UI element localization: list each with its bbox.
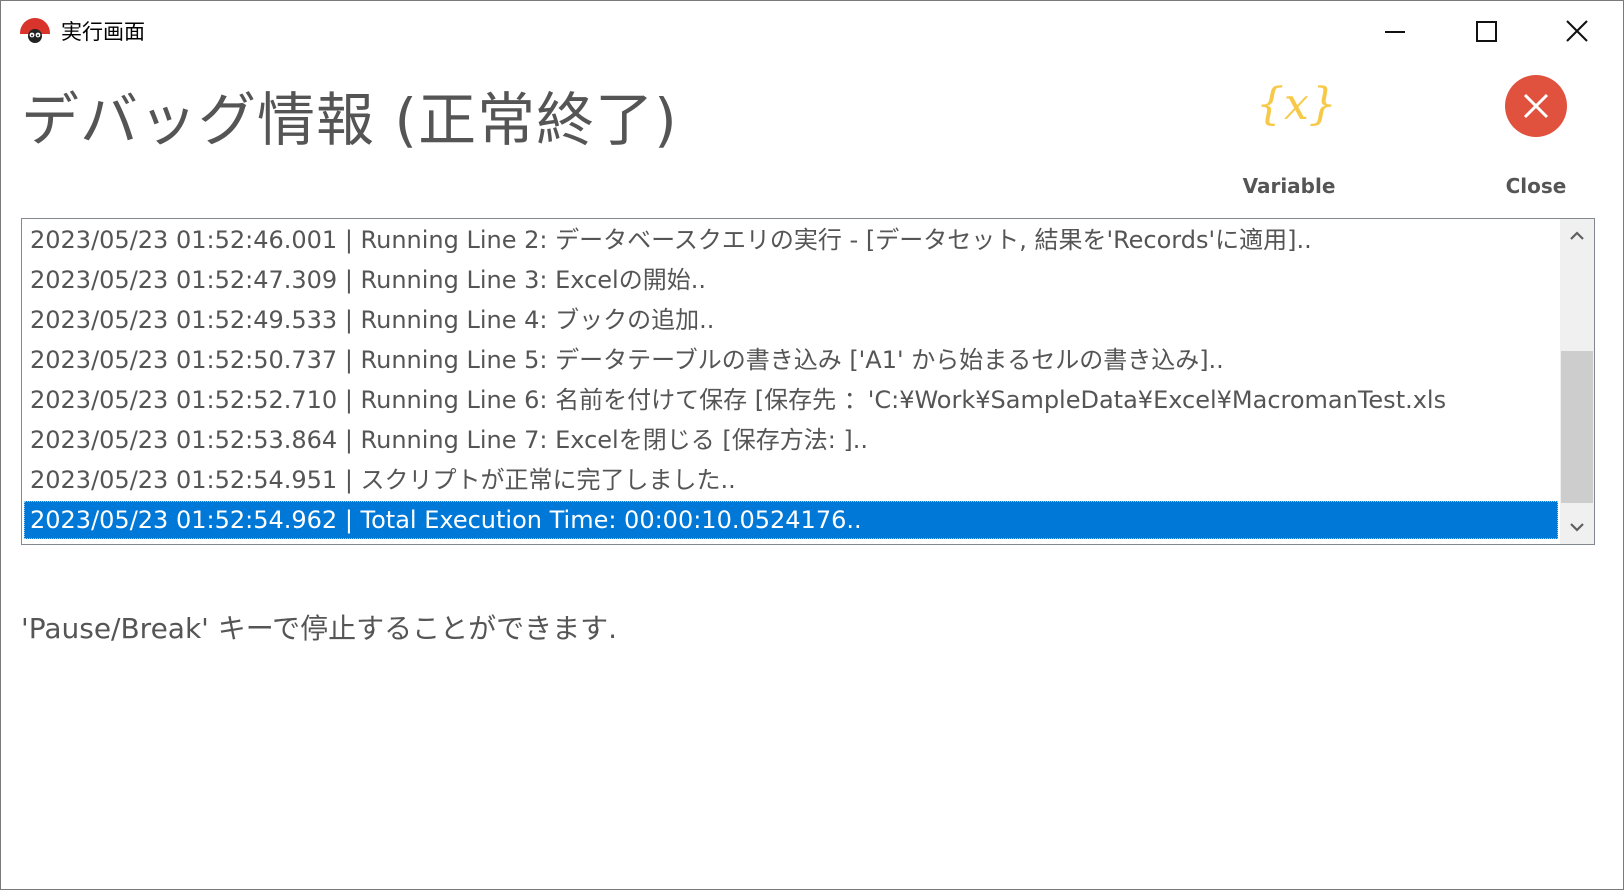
variable-label: Variable (1242, 174, 1336, 198)
log-row[interactable]: 2023/05/23 01:52:49.533 | Running Line 4… (24, 301, 1558, 339)
window-close-button[interactable] (1531, 1, 1623, 63)
close-label: Close (1505, 174, 1567, 198)
close-circle-icon (1505, 75, 1567, 137)
close-button[interactable]: Close (1481, 73, 1591, 203)
log-rows[interactable]: 2023/05/23 01:52:46.001 | Running Line 2… (24, 221, 1560, 542)
log-row[interactable]: 2023/05/23 01:52:53.864 | Running Line 7… (24, 421, 1558, 459)
execution-window: 実行画面 デバッグ情報 (正常終了) {x} Variable Close 20… (0, 0, 1624, 890)
vertical-scrollbar[interactable] (1560, 219, 1594, 544)
chevron-up-icon (1570, 231, 1584, 240)
log-row-selected[interactable]: 2023/05/23 01:52:54.962 | Total Executio… (24, 501, 1558, 539)
log-row[interactable]: 2023/05/23 01:52:50.737 | Running Line 5… (24, 341, 1558, 379)
scroll-up-button[interactable] (1560, 219, 1594, 253)
variable-icon: {x} (1256, 73, 1337, 139)
page-title: デバッグ情報 (正常終了) (21, 86, 678, 154)
log-row[interactable]: 2023/05/23 01:52:47.309 | Running Line 3… (24, 261, 1558, 299)
minimize-icon (1385, 31, 1405, 33)
log-row[interactable]: 2023/05/23 01:52:52.710 | Running Line 6… (24, 381, 1558, 419)
debug-log-list[interactable]: 2023/05/23 01:52:46.001 | Running Line 2… (21, 218, 1595, 545)
close-icon (1566, 20, 1588, 42)
chevron-down-icon (1570, 523, 1584, 532)
maximize-icon (1476, 21, 1497, 42)
pause-hint: 'Pause/Break' キーで停止することができます. (21, 612, 618, 645)
window-title: 実行画面 (61, 20, 145, 44)
log-row[interactable]: 2023/05/23 01:52:54.951 | スクリプトが正常に完了しまし… (24, 461, 1558, 499)
variable-button[interactable]: {x} Variable (1234, 73, 1344, 203)
minimize-button[interactable] (1349, 1, 1441, 63)
scroll-down-button[interactable] (1560, 510, 1594, 544)
log-row[interactable]: 2023/05/23 01:52:46.001 | Running Line 2… (24, 221, 1558, 259)
title-bar[interactable]: 実行画面 (1, 1, 1623, 63)
scroll-thumb[interactable] (1561, 351, 1593, 503)
maximize-button[interactable] (1441, 1, 1533, 63)
app-logo-icon (20, 18, 50, 49)
variable-icon-glyph: {x} (1256, 79, 1337, 130)
